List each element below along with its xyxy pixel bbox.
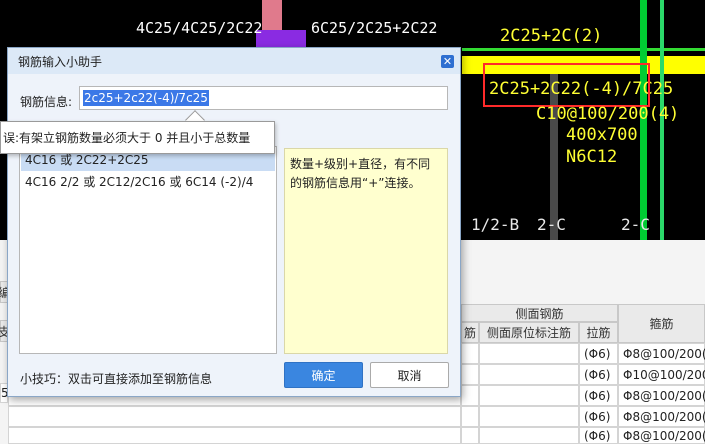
tie-cell[interactable]: (Φ6) bbox=[579, 406, 618, 427]
rebar-info-value: 2c25+2c22(-4)/7c25 bbox=[83, 90, 209, 106]
rebar-info-label: 钢筋信息: bbox=[20, 95, 73, 109]
dialog-title: 钢筋输入小助手 bbox=[18, 55, 103, 69]
col-header: 拉筋 bbox=[579, 322, 618, 343]
table-cell[interactable] bbox=[8, 427, 461, 444]
list-item[interactable]: 4C16 2/2 或 2C12/2C16 或 6C14 (-2)/4 bbox=[21, 171, 275, 193]
rebar-input-dialog[interactable]: 钢筋输入小助手 ✕ 钢筋信息: 2c25+2c22(-4)/7c25 4C16 … bbox=[7, 47, 461, 397]
cad-top-left-text: 4C25/4C25/2C22 bbox=[136, 19, 263, 37]
col-header: 箍筋 bbox=[618, 304, 705, 343]
cad-top-right-text: 2C25+2C(2) bbox=[500, 26, 603, 46]
table-cell[interactable] bbox=[461, 364, 479, 385]
tie-cell[interactable]: (Φ6) bbox=[579, 343, 618, 364]
tip-text: 小技巧：双击可直接添加至钢筋信息 bbox=[20, 372, 213, 386]
col-header: 侧面原位标注筋 bbox=[479, 322, 579, 343]
cad-axis-label: 2-C bbox=[621, 215, 650, 234]
table-cell[interactable] bbox=[479, 385, 579, 406]
example-list[interactable]: 4C16 或 2C22+2C25 4C16 2/2 或 2C12/2C16 或 … bbox=[19, 146, 277, 354]
table-cell[interactable] bbox=[479, 343, 579, 364]
cad-stirrup-text: C10@100/200(4) bbox=[536, 104, 680, 124]
cad-section-text: 400x700 bbox=[566, 125, 638, 145]
table-cell[interactable] bbox=[479, 364, 579, 385]
ok-button[interactable]: 确定 bbox=[284, 362, 363, 388]
table-cell[interactable] bbox=[461, 427, 479, 444]
stirrup-cell[interactable]: Φ8@100/200( bbox=[618, 385, 705, 406]
stirrup-cell[interactable]: Φ8@100/200( bbox=[618, 406, 705, 427]
col-header: 筋 bbox=[461, 322, 479, 343]
stirrup-cell[interactable]: Φ8@100/200( bbox=[618, 343, 705, 364]
cad-highlight-box bbox=[483, 63, 650, 107]
table-cell[interactable] bbox=[461, 385, 479, 406]
stirrup-cell[interactable]: Φ8@100/200( bbox=[618, 427, 705, 444]
cad-green-line bbox=[462, 48, 705, 51]
cad-purple-block bbox=[256, 30, 306, 48]
table-cell[interactable] bbox=[461, 406, 479, 427]
format-hint: 数量+级别+直径，有不同的钢筋信息用“+”连接。 bbox=[284, 148, 448, 354]
error-tooltip: 误:有架立钢筋数量必须大于 0 并且小于总数量 bbox=[0, 121, 275, 154]
close-icon[interactable]: ✕ bbox=[441, 55, 454, 68]
cad-top-mid-text: 6C25/2C25+2C22 bbox=[311, 19, 438, 37]
tie-cell[interactable]: (Φ6) bbox=[579, 364, 618, 385]
table-cell[interactable] bbox=[8, 406, 461, 427]
cad-axis-label: 1/2-B bbox=[471, 215, 520, 234]
table-cell[interactable] bbox=[479, 427, 579, 444]
side-rebar-group-header: 侧面钢筋 bbox=[461, 304, 618, 322]
table-cell[interactable] bbox=[479, 406, 579, 427]
stirrup-cell[interactable]: Φ10@100/200( bbox=[618, 364, 705, 385]
table-cell[interactable] bbox=[461, 343, 479, 364]
dialog-titlebar[interactable]: 钢筋输入小助手 ✕ bbox=[8, 48, 460, 74]
tie-cell[interactable]: (Φ6) bbox=[579, 427, 618, 444]
cad-side-text: N6C12 bbox=[566, 147, 618, 167]
cancel-button[interactable]: 取消 bbox=[370, 362, 449, 388]
cad-axis-label: 2-C bbox=[537, 215, 566, 234]
rebar-info-input[interactable]: 2c25+2c22(-4)/7c25 bbox=[79, 86, 448, 110]
tie-cell[interactable]: (Φ6) bbox=[579, 385, 618, 406]
